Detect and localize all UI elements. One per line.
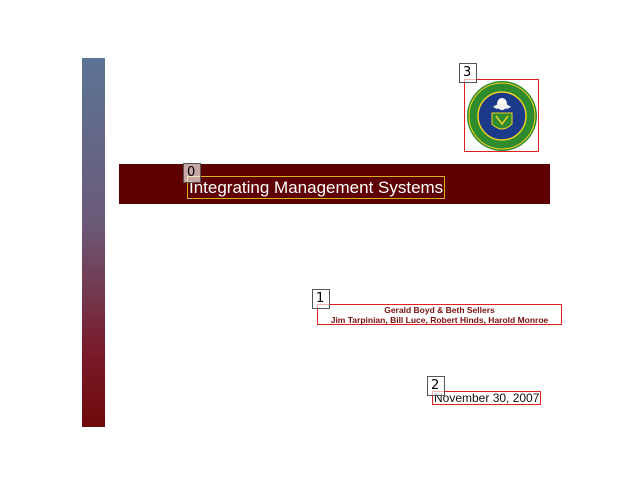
authors-line-2: Jim Tarpinian, Bill Luce, Robert Hinds, … bbox=[330, 315, 549, 325]
authors-block[interactable]: Gerald Boyd & Beth Sellers Jim Tarpinian… bbox=[317, 304, 562, 325]
slide-title[interactable]: Integrating Management Systems bbox=[186, 176, 446, 199]
element-marker-1: 1 bbox=[312, 289, 330, 309]
authors-line-1: Gerald Boyd & Beth Sellers bbox=[384, 305, 495, 315]
element-marker-3: 3 bbox=[459, 63, 477, 83]
element-marker-0: 0 bbox=[183, 163, 201, 183]
left-gradient-bar bbox=[82, 58, 105, 427]
presentation-date[interactable]: November 30, 2007 bbox=[432, 391, 541, 405]
logo-box[interactable] bbox=[464, 79, 539, 152]
slide-page: Integrating Management Systems Gerald Bo… bbox=[0, 0, 640, 480]
doe-seal-icon bbox=[467, 81, 537, 151]
element-marker-2: 2 bbox=[427, 376, 445, 396]
